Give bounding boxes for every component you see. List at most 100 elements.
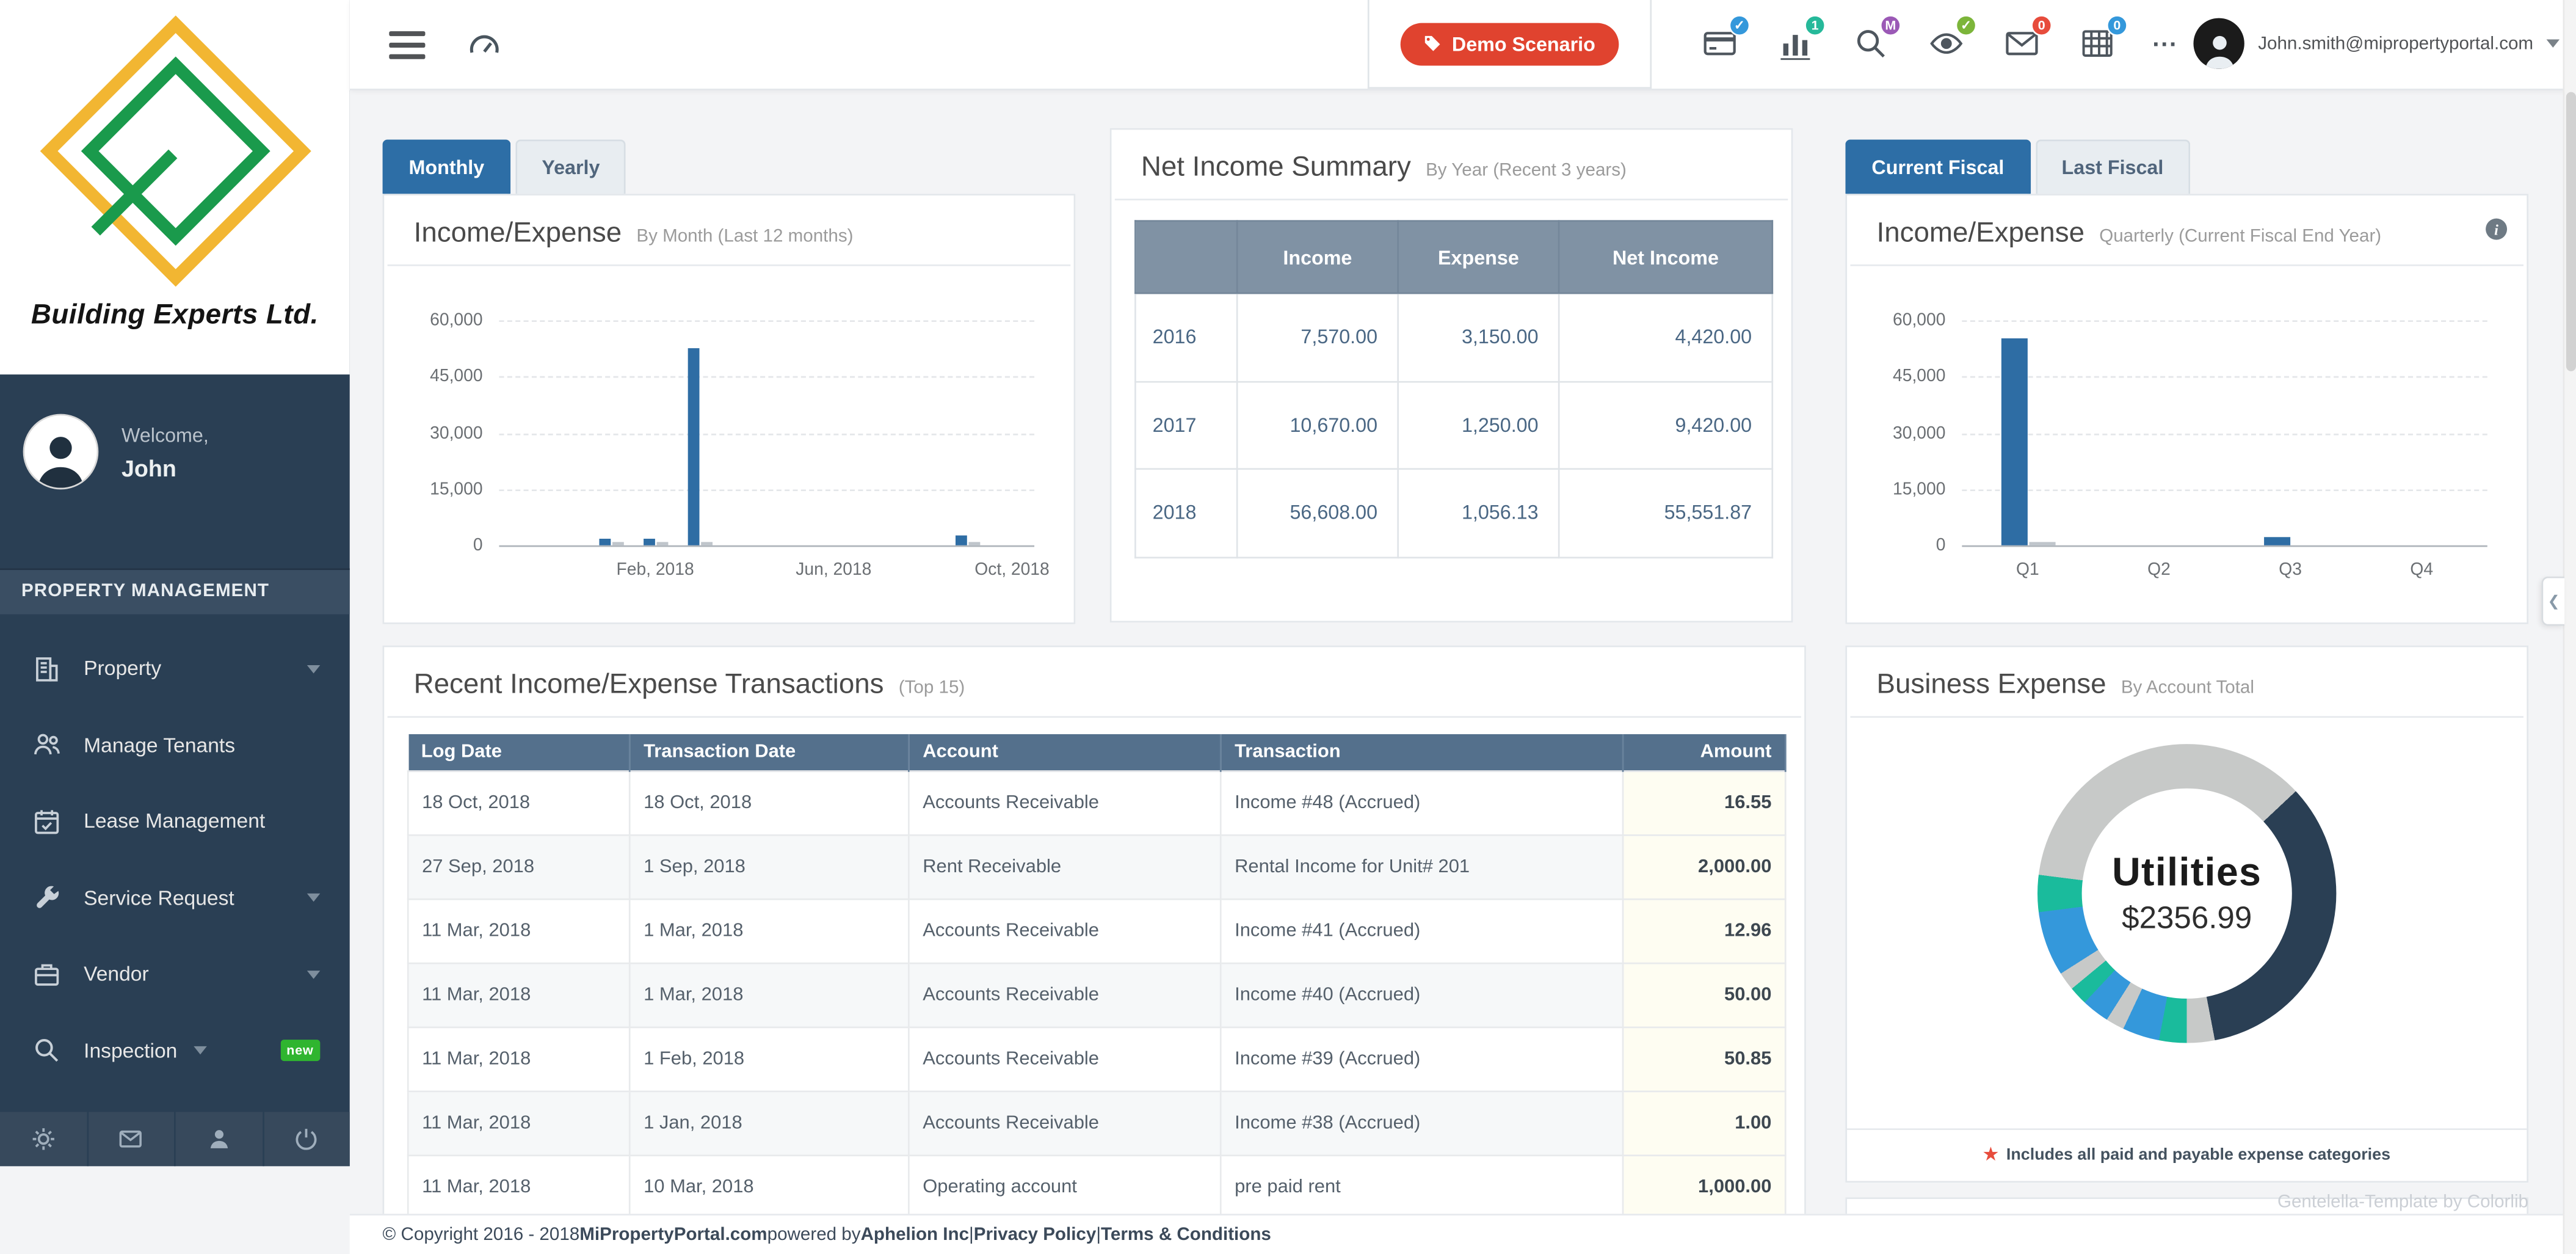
column-header-amount[interactable]: Amount [1623,734,1785,771]
monthly-bar-chart: 60,00045,00030,00015,0000Feb, 2018Jun, 2… [404,317,1050,547]
column-header-transaction[interactable]: Transaction [1221,734,1623,771]
transaction-row: 11 Mar, 2018 1 Feb, 2018 Accounts Receiv… [408,1027,1785,1092]
user-profile: Welcome, John [0,374,350,525]
sidebar-menu: Property Manage Tenants Lease Management… [0,631,350,1165]
chart-bar [657,542,669,545]
amount-cell: 16.55 [1623,771,1785,835]
collapse-panel-handle[interactable]: ❮ [2542,577,2565,626]
chart-bar [644,539,655,545]
net-income-row: 2018 56,608.00 1,056.13 55,551.87 [1135,469,1772,557]
scrollbar-thumb[interactable] [2566,92,2575,371]
chevron-down-icon [307,971,321,979]
card-title: Income/Expense [1876,217,2084,248]
dashboard-icon[interactable] [468,28,501,61]
sidebar-item-vendor[interactable]: Vendor [0,936,350,1013]
sidebar-item-service-request[interactable]: Service Request [0,860,350,936]
account-cell: Accounts Receivable [909,899,1221,963]
transaction-date-cell: 1 Jan, 2018 [629,1092,909,1156]
net-income-cell: 4,420.00 [1559,293,1772,381]
building-icon [33,655,61,683]
column-header-expense: Expense [1398,221,1559,293]
site-link[interactable]: MiPropertyPortal.com [579,1225,767,1244]
sidebar-item-label: Service Request [84,886,234,910]
chart-bar [702,542,713,545]
user-menu[interactable]: John.smith@mipropertyportal.com [2194,18,2560,69]
terms-link[interactable]: Terms & Conditions [1101,1225,1271,1244]
account-cell: Operating account [909,1156,1221,1220]
template-credit: Gentelella-Template by Colorlib [2277,1192,2528,1212]
business-expense-donut[interactable]: Utilities $2356.99 [2037,744,2336,1043]
income-cell: 10,670.00 [1237,381,1398,469]
transaction-row: 27 Sep, 2018 1 Sep, 2018 Rent Receivable… [408,835,1785,899]
schedule-icon[interactable]: 0 [2077,23,2118,64]
tab-monthly[interactable]: Monthly [383,140,511,194]
mail-icon[interactable]: 0 [2001,23,2042,64]
account-cell: Accounts Receivable [909,771,1221,835]
log-date-cell: 11 Mar, 2018 [408,899,629,963]
chart-bar [599,538,611,545]
income-expense-monthly-card: Income/ExpenseBy Month (Last 12 months) … [383,194,1076,624]
menu-toggle-icon[interactable] [389,31,425,65]
log-date-cell: 11 Mar, 2018 [408,1156,629,1220]
donut-footnote: ★ Includes all paid and payable expense … [1847,1128,2527,1181]
top-navigation: Demo Scenario ✓ 1 M ✓ [350,0,2576,90]
privacy-policy-link[interactable]: Privacy Policy [974,1225,1097,1244]
net-income-row: 2016 7,570.00 3,150.00 4,420.00 [1135,293,1772,381]
copyright-footer: © Copyright 2016 - 2018 MiPropertyPortal… [350,1214,2576,1254]
search-icon[interactable]: M [1850,23,1891,64]
column-header-transaction-date[interactable]: Transaction Date [629,734,909,771]
preview-icon[interactable]: ✓ [1926,23,1967,64]
demo-scenario-container: Demo Scenario [1368,0,1652,89]
payments-icon[interactable]: ✓ [1699,23,1740,64]
scrollbar[interactable] [2563,0,2576,1254]
chevron-down-icon [2547,40,2560,48]
logout-icon[interactable] [264,1111,350,1165]
search-badge: M [1880,15,1901,36]
sidebar-item-property[interactable]: Property [0,631,350,707]
app-root: Building Experts Ltd. Welcome, John PROP… [0,0,2576,1254]
card-subtitle: By Month (Last 12 months) [636,227,853,246]
transaction-date-cell: 18 Oct, 2018 [629,771,909,835]
tab-last-fiscal[interactable]: Last Fiscal [2036,140,2190,194]
amount-cell: 50.00 [1623,963,1785,1027]
tag-icon [1424,34,1442,53]
settings-icon[interactable] [0,1111,88,1165]
card-title: Income/Expense [414,217,622,248]
sidebar-item-inspection[interactable]: Inspection new [0,1013,350,1089]
tab-current-fiscal[interactable]: Current Fiscal [1845,140,2030,194]
column-header-account[interactable]: Account [909,734,1221,771]
demo-scenario-button[interactable]: Demo Scenario [1401,22,1619,65]
card-subtitle: (Top 15) [899,679,965,698]
card-title: Net Income Summary [1141,151,1411,182]
donut-center: Utilities $2356.99 [2082,789,2292,999]
log-date-cell: 11 Mar, 2018 [408,1092,629,1156]
period-tabs: Monthly Yearly [383,140,631,194]
reports-icon[interactable]: 1 [1775,23,1816,64]
mail-badge: 0 [2031,15,2052,36]
net-income-cell: 9,420.00 [1559,381,1772,469]
business-expense-card: Business ExpenseBy Account Total Utiliti… [1845,646,2528,1183]
more-icon[interactable]: ... [2152,24,2178,62]
card-title: Recent Income/Expense Transactions [414,668,884,699]
profile-icon[interactable] [176,1111,264,1165]
chart-bar [2030,542,2056,545]
income-cell: 56,608.00 [1237,469,1398,557]
column-header-log-date[interactable]: Log Date [408,734,629,771]
sidebar: Building Experts Ltd. Welcome, John PROP… [0,0,350,1165]
transaction-row: 11 Mar, 2018 1 Mar, 2018 Accounts Receiv… [408,899,1785,963]
column-header-income: Income [1237,221,1398,293]
transaction-cell: pre paid rent [1221,1156,1623,1220]
messages-icon[interactable] [88,1111,176,1165]
info-icon[interactable]: i [2486,219,2507,240]
sidebar-item-label: Property [84,657,161,680]
sidebar-item-label: Inspection [84,1039,177,1062]
tab-yearly[interactable]: Yearly [515,140,626,194]
wrench-icon [33,884,61,912]
year-cell: 2016 [1135,293,1237,381]
username: John [122,454,209,481]
sidebar-item-manage-tenants[interactable]: Manage Tenants [0,707,350,784]
sidebar-item-lease-management[interactable]: Lease Management [0,784,350,860]
account-cell: Accounts Receivable [909,1027,1221,1092]
new-badge: new [280,1040,321,1062]
sidebar-item-label: Manage Tenants [84,734,235,757]
